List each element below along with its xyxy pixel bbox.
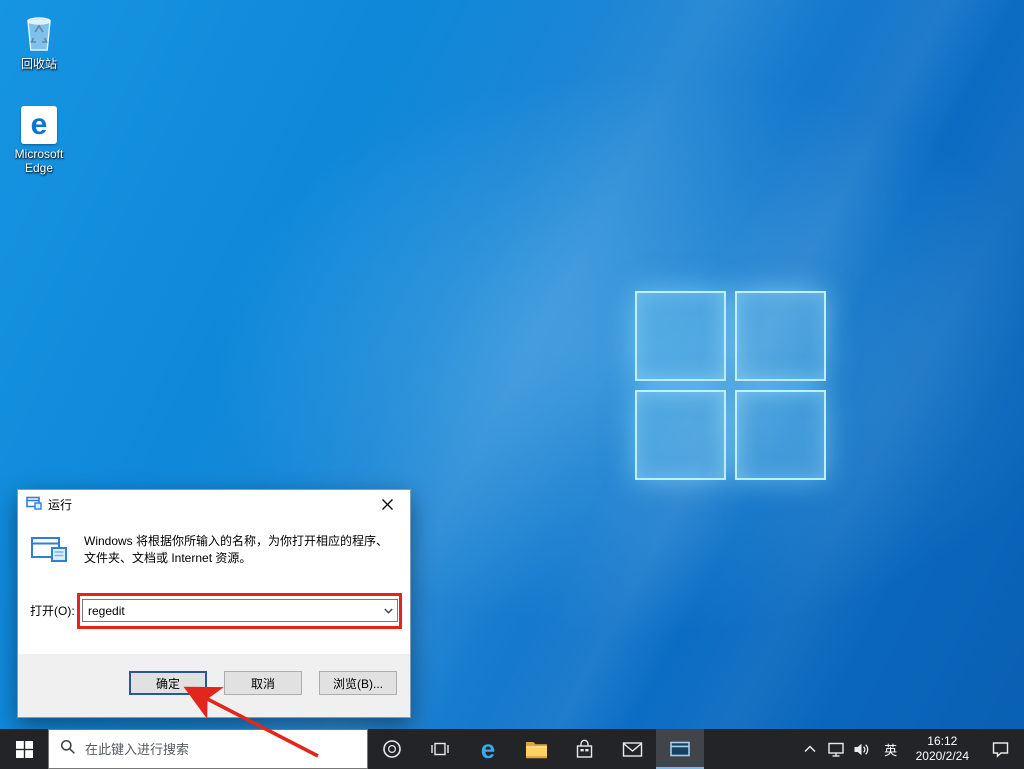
combobox-dropdown-icon[interactable] [379, 600, 397, 621]
run-dialog-taskbar-button[interactable] [656, 729, 704, 769]
open-label: 打开(O): [30, 602, 82, 619]
desktop-icon-microsoft-edge[interactable]: e Microsoft Edge [0, 106, 78, 175]
run-dialog-footer: 确定 取消 浏览(B)... [18, 654, 410, 717]
run-dialog-titlebar-icon [26, 496, 42, 513]
clock-time: 16:12 [916, 734, 969, 749]
network-status-button[interactable] [823, 729, 849, 769]
cancel-button[interactable]: 取消 [224, 671, 302, 695]
cortana-button[interactable] [368, 729, 416, 769]
taskbar-clock[interactable]: 16:12 2020/2/24 [907, 734, 978, 764]
open-input[interactable] [83, 600, 379, 621]
clock-date: 2020/2/24 [916, 749, 969, 764]
task-view-icon [430, 739, 450, 759]
network-icon [827, 741, 845, 758]
run-window-icon [669, 740, 691, 758]
volume-button[interactable] [849, 729, 875, 769]
close-icon [382, 499, 393, 510]
windows-logo-pane [635, 390, 726, 480]
search-icon [60, 739, 76, 760]
taskbar-search[interactable] [48, 729, 368, 769]
start-button[interactable] [0, 729, 48, 769]
run-dialog-body: Windows 将根据你所输入的名称，为你打开相应的程序、文件夹、文档或 Int… [18, 519, 410, 654]
run-dialog-title: 运行 [48, 496, 72, 513]
windows-logo-wallpaper [635, 291, 826, 480]
chevron-up-icon [804, 745, 816, 753]
windows-start-icon [16, 741, 33, 758]
run-dialog: 运行 Windows 将根据你 [17, 489, 411, 718]
mail-icon [622, 741, 643, 758]
speaker-icon [853, 742, 870, 757]
open-combobox[interactable] [82, 599, 398, 622]
run-icon [30, 533, 68, 577]
action-center-icon [991, 740, 1010, 758]
windows-logo-pane [635, 291, 726, 381]
run-dialog-description: Windows 将根据你所输入的名称，为你打开相应的程序、文件夹、文档或 Int… [84, 533, 398, 577]
file-explorer-icon [525, 740, 548, 759]
mail-button[interactable] [608, 729, 656, 769]
ok-button[interactable]: 确定 [129, 671, 207, 695]
edge-label: Microsoft Edge [0, 147, 78, 175]
taskbar: e [0, 729, 1024, 769]
ime-indicator[interactable]: 英 [875, 740, 907, 759]
edge-icon: e [481, 736, 495, 762]
edge-icon: e [0, 106, 78, 144]
windows-logo-pane [735, 291, 826, 381]
desktop-icon-recycle-bin[interactable]: 回收站 [0, 8, 78, 71]
store-icon [574, 739, 595, 760]
run-dialog-titlebar[interactable]: 运行 [18, 490, 410, 519]
browse-button[interactable]: 浏览(B)... [319, 671, 397, 695]
task-view-button[interactable] [416, 729, 464, 769]
file-explorer-button[interactable] [512, 729, 560, 769]
store-button[interactable] [560, 729, 608, 769]
cortana-icon [382, 739, 402, 759]
recycle-bin-label: 回收站 [0, 57, 78, 71]
search-input[interactable] [85, 742, 356, 757]
edge-taskbar-button[interactable]: e [464, 729, 512, 769]
tray-chevron-up-button[interactable] [797, 729, 823, 769]
system-tray: 英 16:12 2020/2/24 [797, 729, 1024, 769]
action-center-button[interactable] [978, 729, 1022, 769]
recycle-bin-icon [0, 8, 78, 54]
screen: 回收站 e Microsoft Edge 运行 [0, 0, 1024, 769]
windows-logo-pane [735, 390, 826, 480]
close-button[interactable] [365, 490, 410, 519]
